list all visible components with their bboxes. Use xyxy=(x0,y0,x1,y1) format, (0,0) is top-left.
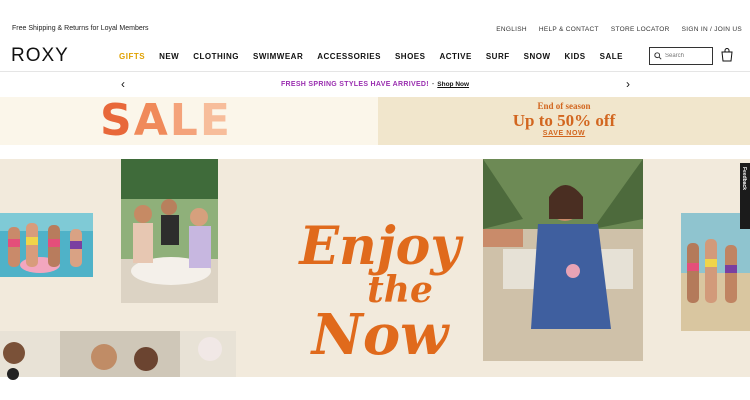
promo-separator: - xyxy=(431,81,435,88)
help-contact-link[interactable]: HELP & CONTACT xyxy=(539,26,599,33)
hero-headline[interactable]: Enjoy the Now xyxy=(280,216,480,368)
nav-item-swimwear[interactable]: SWIMWEAR xyxy=(253,52,303,61)
promo-text: FRESH SPRING STYLES HAVE ARRIVED! xyxy=(280,81,429,88)
nav-item-accessories[interactable]: ACCESSORIES xyxy=(317,52,381,61)
sale-offer-panel: End of season Up to 50% off SAVE NOW xyxy=(378,97,750,145)
cart-icon[interactable] xyxy=(721,48,733,62)
nav-item-sale[interactable]: SALE xyxy=(600,52,623,61)
promo-next-arrow-icon[interactable]: › xyxy=(626,77,630,91)
accessibility-icon[interactable] xyxy=(7,368,19,380)
hero-photo-party[interactable] xyxy=(121,159,218,303)
sign-in-link[interactable]: SIGN IN / JOIN US xyxy=(682,26,742,33)
main-header: ROXY GIFTS NEW CLOTHING SWIMWEAR ACCESSO… xyxy=(0,40,750,72)
nav-item-shoes[interactable]: SHOES xyxy=(395,52,426,61)
sale-graphic: SALE xyxy=(100,95,232,146)
store-locator-link[interactable]: STORE LOCATOR xyxy=(611,26,670,33)
roxy-logo[interactable]: ROXY xyxy=(11,45,69,67)
sale-headline: Up to 50% off xyxy=(512,111,616,130)
nav-item-new[interactable]: NEW xyxy=(159,52,179,61)
language-link[interactable]: ENGLISH xyxy=(496,26,527,33)
search-input[interactable] xyxy=(665,53,709,59)
promo-shop-now-link[interactable]: Shop Now xyxy=(437,81,469,88)
sale-banner[interactable]: SALE End of season Up to 50% off SAVE NO… xyxy=(0,97,750,145)
promo-message: FRESH SPRING STYLES HAVE ARRIVED! - Shop N… xyxy=(0,81,750,88)
utility-links: ENGLISH HELP & CONTACT STORE LOCATOR SIG… xyxy=(496,26,742,33)
nav-item-gifts[interactable]: GIFTS xyxy=(119,52,145,61)
hero-collage: Enjoy the Now xyxy=(0,159,750,377)
search-box[interactable] xyxy=(649,47,713,65)
hero-photo-woman-lounging[interactable] xyxy=(483,159,643,361)
nav-item-surf[interactable]: SURF xyxy=(486,52,510,61)
hero-headline-line3: Now xyxy=(311,302,449,368)
promo-bar: ‹ FRESH SPRING STYLES HAVE ARRIVED! - Shop… xyxy=(0,73,750,97)
search-icon xyxy=(654,52,662,60)
hero-headline-line1: Enjoy xyxy=(299,216,461,277)
hero-photo-pool-group[interactable] xyxy=(0,213,93,277)
nav-item-clothing[interactable]: CLOTHING xyxy=(193,52,239,61)
save-now-link[interactable]: SAVE NOW xyxy=(378,130,750,137)
free-shipping-text: Free Shipping & Returns for Loyal Member… xyxy=(12,25,149,32)
nav-item-kids[interactable]: KIDS xyxy=(565,52,586,61)
hero-photo-beach-group[interactable] xyxy=(681,213,750,331)
main-nav: GIFTS NEW CLOTHING SWIMWEAR ACCESSORIES … xyxy=(119,52,623,61)
hero-photo-friends[interactable] xyxy=(0,331,236,377)
sale-subtitle: End of season xyxy=(537,101,591,111)
feedback-tab[interactable]: Feedback xyxy=(740,163,750,229)
nav-item-active[interactable]: ACTIVE xyxy=(439,52,471,61)
utility-bar: Free Shipping & Returns for Loyal Member… xyxy=(0,0,750,40)
nav-item-snow[interactable]: SNOW xyxy=(524,52,551,61)
